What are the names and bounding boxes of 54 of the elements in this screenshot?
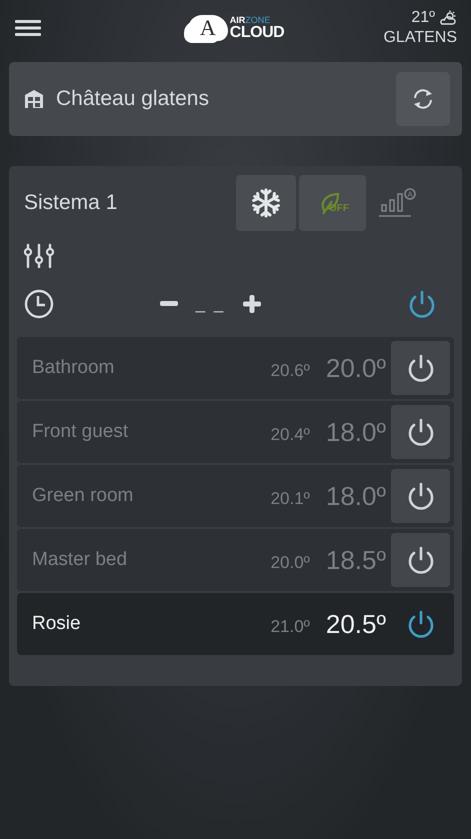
zone-name: Bathroom	[32, 357, 116, 379]
zone-name: Green room	[32, 485, 134, 507]
setpoint-temperature: 20.5º	[326, 608, 386, 640]
power-button[interactable]	[391, 469, 450, 523]
zone-row[interactable]: Green room 20.1º 18.0º	[17, 465, 454, 527]
fan-speed-button[interactable]: A	[369, 175, 429, 231]
zone-row[interactable]: Front guest 20.4º 18.0º	[17, 401, 454, 463]
current-temperature: 20.6º	[270, 360, 310, 381]
power-icon	[406, 481, 436, 511]
setpoint-temperature: 18.0º	[326, 416, 386, 448]
partly-cloudy-icon	[438, 10, 457, 26]
setpoint-temperature: 18.5º	[326, 544, 386, 576]
current-temperature: 21.0º	[270, 616, 310, 637]
zone-name: Rosie	[32, 613, 82, 635]
sliders-icon[interactable]	[24, 243, 54, 269]
plus-icon	[243, 295, 262, 313]
power-icon	[406, 353, 436, 383]
power-button[interactable]	[391, 533, 450, 587]
logo-text: AIR	[230, 16, 246, 24]
power-icon	[406, 545, 436, 575]
setpoint-text: _ _	[196, 294, 226, 314]
setpoint-temperature: 18.0º	[326, 480, 386, 512]
power-icon	[407, 289, 437, 319]
city-name: GLATENS	[383, 28, 457, 48]
installation-name: Château glatens	[56, 87, 210, 111]
zone-row[interactable]: Bathroom 20.6º 20.0º	[17, 337, 454, 399]
menu-icon[interactable]	[15, 19, 41, 37]
current-temperature: 20.1º	[270, 488, 310, 509]
logo-text: ZONE	[245, 16, 270, 24]
system-name: Sistema 1	[24, 191, 118, 215]
decrease-button[interactable]	[160, 301, 178, 307]
power-button[interactable]	[391, 405, 450, 459]
refresh-button[interactable]	[396, 72, 450, 126]
zone-row[interactable]: Rosie 21.0º 20.5º	[17, 593, 454, 655]
refresh-icon	[411, 87, 435, 111]
logo-text: CLOUD	[230, 24, 284, 40]
increase-button[interactable]	[243, 295, 262, 313]
temperature-text: 21º	[411, 8, 435, 28]
current-temperature: 20.4º	[270, 424, 310, 445]
logo-letter: A	[200, 16, 216, 40]
power-icon	[406, 609, 436, 639]
cool-mode-button[interactable]	[236, 175, 296, 231]
power-button[interactable]	[391, 341, 450, 395]
zone-name: Master bed	[32, 549, 128, 571]
current-temperature: 20.0º	[270, 552, 310, 573]
power-button[interactable]	[407, 289, 437, 319]
setpoint-temperature: 20.0º	[326, 352, 386, 384]
power-icon	[406, 417, 436, 447]
clock-icon[interactable]	[24, 289, 54, 319]
zone-row[interactable]: Master bed 20.0º 18.5º	[17, 529, 454, 591]
building-icon	[24, 89, 44, 109]
zone-name: Front guest	[32, 421, 130, 443]
snowflake-icon	[251, 188, 281, 218]
minus-icon	[160, 301, 178, 307]
